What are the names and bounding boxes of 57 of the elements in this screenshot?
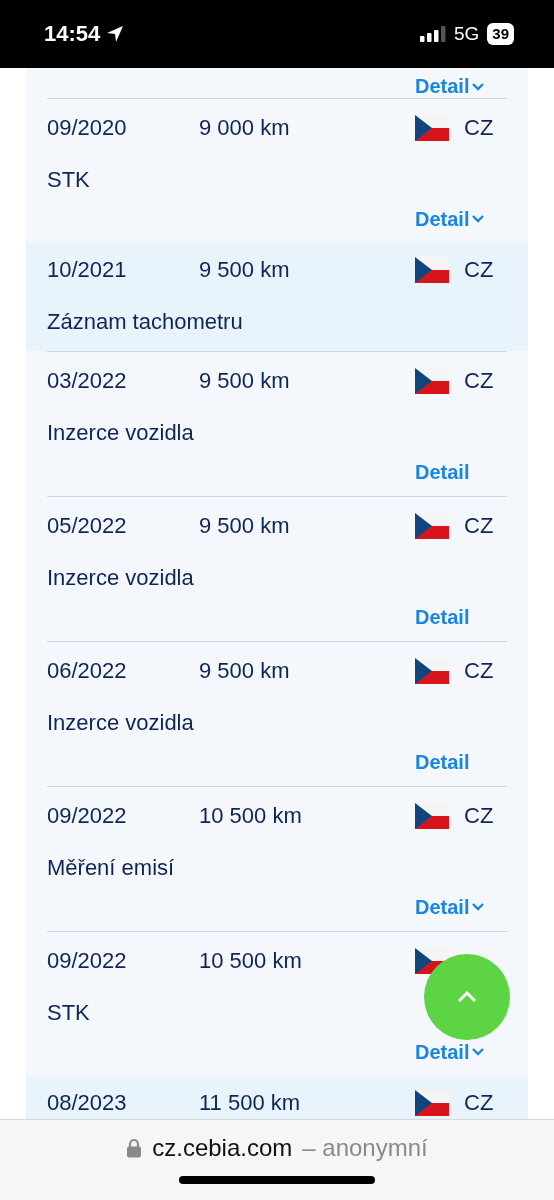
czech-flag-icon [415,658,449,684]
location-arrow-icon [106,25,125,43]
czech-flag-icon [415,513,449,539]
record-description: Inzerce vozidla [47,710,194,736]
status-time: 14:54 [44,21,101,47]
detail-link[interactable]: Detail [415,1040,485,1064]
record-description: Inzerce vozidla [47,420,194,446]
country-code: CZ [464,803,494,829]
network-type: 5G [453,23,480,45]
battery-level: 39 [487,23,514,45]
chevron-down-icon [472,1048,485,1056]
country-code: CZ [464,513,494,539]
signal-icon [419,26,446,42]
record-description: Měření emisí [47,855,175,881]
record-mileage: 9 000 km [199,115,291,141]
record-date: 03/2022 [47,368,128,394]
chevron-down-icon [472,903,485,911]
record-description: STK [47,167,90,193]
record-mileage: 10 500 km [199,803,303,829]
detail-link[interactable]: Detail [415,895,485,919]
czech-flag-icon [415,803,449,829]
record-date: 06/2022 [47,658,128,684]
czech-flag-icon [415,257,449,283]
record-date: 09/2022 [47,948,128,974]
chevron-up-icon [457,991,477,1003]
record-description: Záznam tachometru [47,309,243,335]
czech-flag-icon [415,1090,449,1116]
url-domain[interactable]: cz.cebia.com [152,1134,293,1162]
record-date: 09/2022 [47,803,128,829]
record-date: 08/2023 [47,1090,128,1116]
record-date: 09/2020 [47,115,128,141]
detail-link[interactable]: Detail [415,207,485,231]
country-code: CZ [464,115,494,141]
record-mileage: 9 500 km [199,513,291,539]
detail-link[interactable]: Detail [415,605,470,629]
record-mileage: 9 500 km [199,257,291,283]
chevron-down-icon [472,82,485,91]
country-code: CZ [464,257,494,283]
detail-link[interactable]: Detail [415,75,485,98]
lock-icon [126,1138,143,1158]
detail-link[interactable]: Detail [415,750,470,774]
chevron-down-icon [472,215,485,223]
detail-link[interactable]: Detail [415,460,470,484]
record-mileage: 9 500 km [199,658,291,684]
record-description: STK [47,1000,90,1026]
record-date: 05/2022 [47,513,128,539]
url-suffix: – anonymní [302,1134,428,1162]
record-mileage: 9 500 km [199,368,291,394]
country-code: CZ [464,658,494,684]
country-code: CZ [464,368,494,394]
record-mileage: 10 500 km [199,948,303,974]
country-code: CZ [464,1090,494,1116]
czech-flag-icon [415,115,449,141]
record-date: 10/2021 [47,257,128,283]
record-description: Inzerce vozidla [47,565,194,591]
record-mileage: 11 500 km [199,1090,302,1116]
czech-flag-icon [415,368,449,394]
